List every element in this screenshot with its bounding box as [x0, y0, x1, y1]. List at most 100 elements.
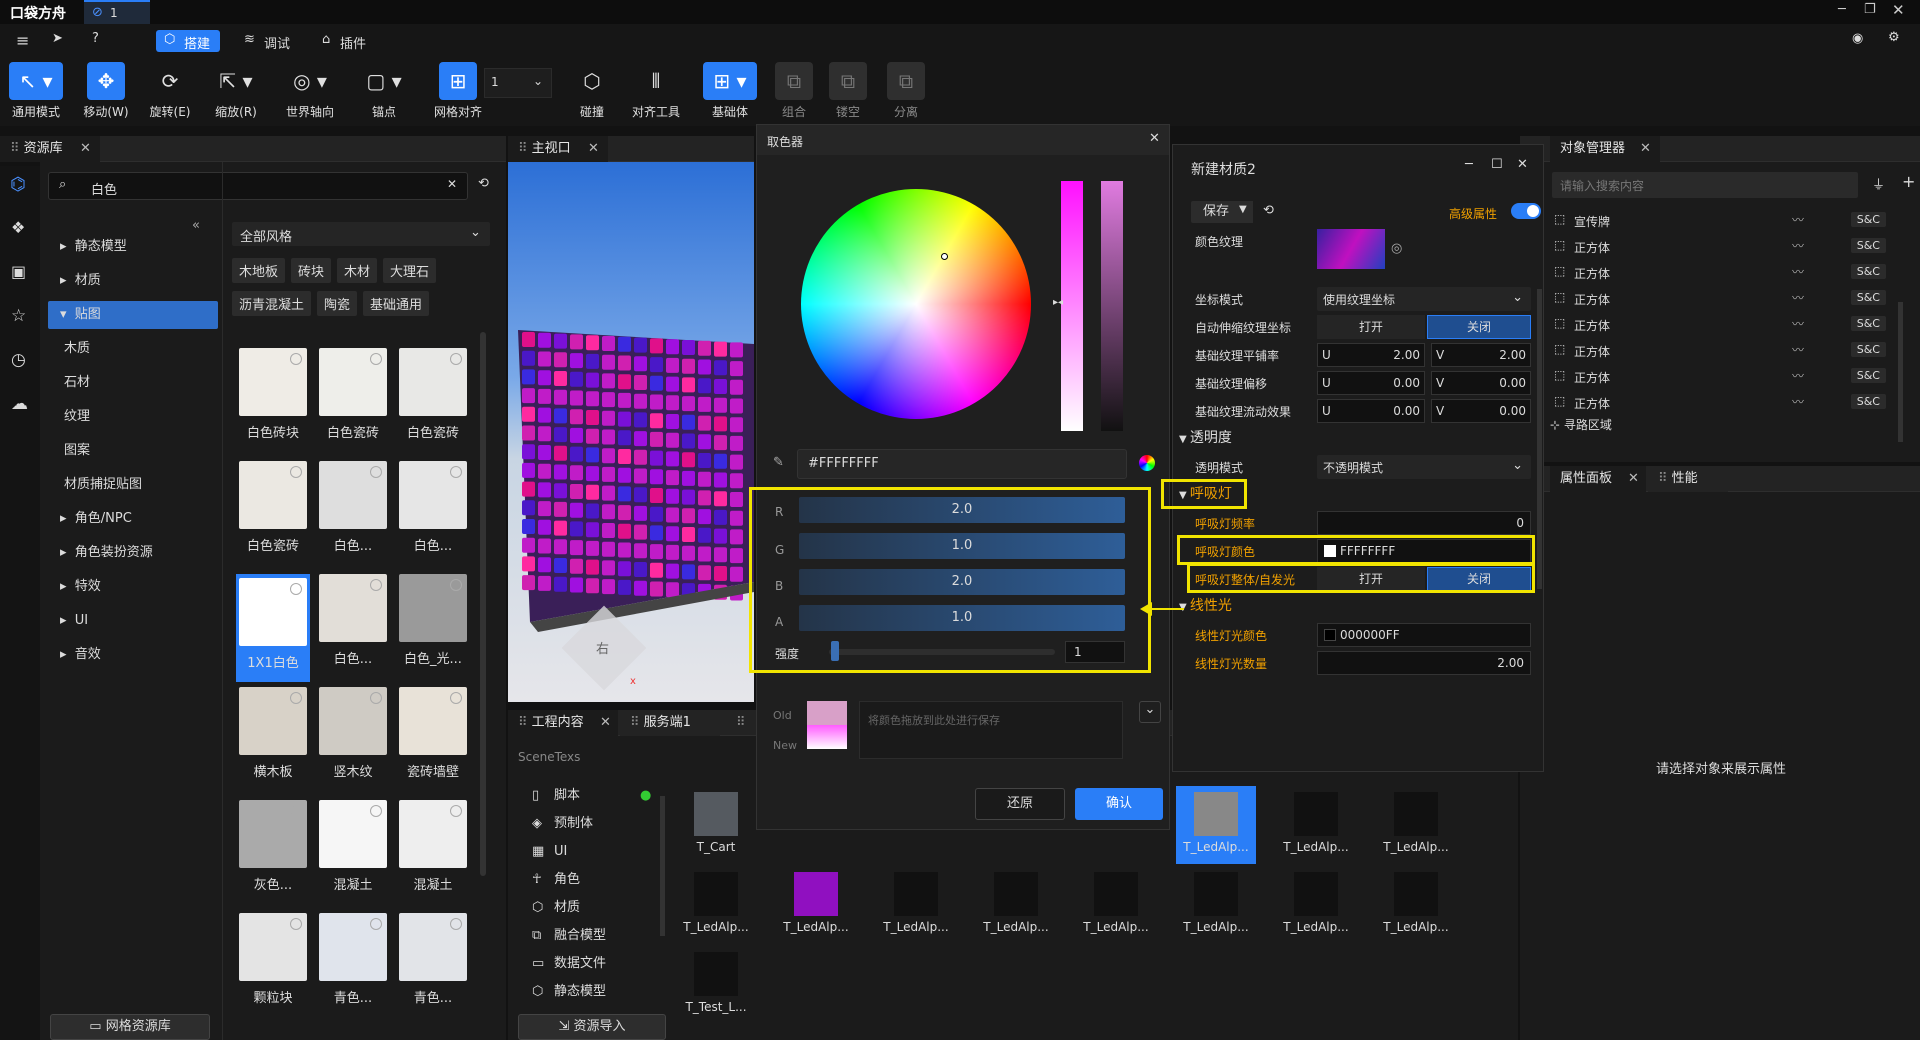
wheel-cursor[interactable] — [941, 253, 948, 260]
r-slider[interactable]: 2.0 — [799, 497, 1125, 523]
tree-scrollbar[interactable] — [660, 796, 665, 936]
project-tree-item[interactable]: ▦ UI — [514, 838, 664, 866]
save-button[interactable]: 保存 — [1191, 201, 1241, 223]
tree-item-effects[interactable]: ▸ 特效 — [48, 570, 218, 604]
b-slider[interactable]: 2.0 — [799, 569, 1125, 595]
intensity-slider[interactable] — [829, 649, 1055, 655]
visibility-icon[interactable]: 〰 — [1792, 211, 1804, 228]
tag-chip[interactable]: 大理石 — [383, 258, 437, 283]
general-mode-tool[interactable]: ↖ ▾ 通用模式 — [4, 62, 68, 120]
document-tab[interactable]: ⊘ 1 — [84, 0, 150, 24]
asset-tile[interactable]: 白色... — [316, 461, 390, 554]
restore-icon[interactable]: ☐ — [1491, 157, 1503, 172]
close-tab-icon[interactable]: ✕ — [1628, 466, 1639, 492]
close-icon[interactable]: ✕ — [1892, 1, 1905, 19]
minimize-icon[interactable]: ─ — [1465, 157, 1473, 172]
intensity-handle[interactable] — [831, 641, 839, 661]
style-select[interactable]: 全部风格 ⌄ — [232, 222, 490, 246]
asset-tile[interactable]: 白色... — [396, 461, 470, 554]
asset-tile[interactable]: 白色瓷砖 — [396, 348, 470, 441]
reset-button[interactable]: 还原 — [975, 788, 1065, 820]
tag-chip[interactable]: 基础通用 — [363, 291, 430, 316]
import-button[interactable]: ⇲ 资源导入 — [518, 1014, 666, 1040]
toolbox-icon[interactable]: ▣ — [11, 262, 26, 281]
save-menu-button[interactable]: ▼ — [1235, 201, 1253, 223]
palette-icon[interactable] — [1139, 455, 1155, 471]
scale-tool[interactable]: ⇱ ▾ 缩放(R) — [204, 62, 268, 120]
tab-server[interactable]: ⠿ 服务端1 — [620, 710, 720, 736]
anchor-tool[interactable]: ▢ ▾ 锚点 — [352, 62, 416, 120]
object-search-input[interactable]: 请输入搜索内容 — [1552, 172, 1858, 198]
file-tile[interactable]: T_Cart — [676, 786, 756, 864]
hollow-tool[interactable]: ⧉ 镂空 — [816, 62, 880, 120]
section-transparency[interactable]: ▼ 透明度 — [1179, 427, 1529, 453]
color-wheel[interactable] — [801, 189, 1031, 419]
world-axis-tool[interactable]: ◎ ▾ 世界轴向 — [278, 62, 342, 120]
tab-property-panel[interactable]: 属性面板 ✕ — [1550, 466, 1646, 492]
project-tree-item[interactable]: ⬡ 材质 — [514, 894, 664, 922]
add-icon[interactable]: + — [1902, 172, 1915, 191]
tab-object-manager[interactable]: 对象管理器 ✕ — [1550, 136, 1660, 162]
visibility-icon[interactable]: 〰 — [1792, 263, 1804, 280]
swatch-drop-zone[interactable]: 将颜色拖放到此处进行保存 — [859, 701, 1123, 759]
u-input[interactable]: U 2.00 — [1317, 343, 1425, 367]
intensity-input[interactable]: 1 — [1065, 641, 1125, 663]
visibility-icon[interactable]: 〰 — [1792, 341, 1804, 358]
asset-tile[interactable]: 白色_光... — [396, 574, 470, 667]
file-tile[interactable]: T_LedAlp... — [676, 866, 756, 944]
object-list-item[interactable]: ⬚ 正方体 〰 S&C — [1550, 260, 1890, 286]
linear-color-input[interactable]: 000000FF — [1317, 623, 1531, 647]
base-shape-tool[interactable]: ⊞ ▾ 基础体 — [698, 62, 762, 120]
tab-main-viewport[interactable]: ⠿ 主视口 ✕ — [508, 136, 608, 162]
undo-icon[interactable]: ⟲ — [1263, 203, 1274, 218]
tag-chip[interactable]: 陶瓷 — [317, 291, 358, 316]
confirm-button[interactable]: 确认 — [1075, 788, 1163, 820]
v-input[interactable]: V 0.00 — [1431, 399, 1531, 423]
asset-tile[interactable]: 混凝土 — [316, 800, 390, 893]
tag-chip[interactable]: 木材 — [337, 258, 378, 283]
close-tab-icon[interactable]: ✕ — [588, 136, 599, 162]
file-tile[interactable]: T_LedAlp... — [1276, 866, 1356, 944]
file-tile[interactable]: T_LedAlp... — [976, 866, 1056, 944]
resource-search-input[interactable]: ⌕ 白色 ✕ — [48, 172, 468, 200]
asset-scrollbar[interactable] — [480, 332, 486, 876]
tree-item-material-capture[interactable]: 材质捕捉贴图 — [48, 468, 218, 502]
visibility-icon[interactable]: 〰 — [1792, 367, 1804, 384]
eye-icon[interactable]: ◉ — [1852, 31, 1863, 46]
saturation-slider[interactable] — [1061, 181, 1083, 431]
close-tab-icon[interactable]: ✕ — [80, 136, 91, 162]
star-icon[interactable]: ☆ — [11, 306, 26, 326]
project-tree-item[interactable]: ▯ 脚本 ● — [514, 782, 664, 810]
components-icon[interactable]: ❖ — [11, 218, 25, 237]
object-list-item[interactable]: ⬚ 正方体 〰 S&C — [1550, 312, 1890, 338]
eyedropper-icon[interactable]: ✎ — [773, 455, 784, 470]
send-icon[interactable]: ➤ — [52, 31, 63, 46]
net-resource-button[interactable]: ▭ 网格资源库 — [50, 1014, 210, 1040]
asset-tile[interactable]: 青色... — [396, 913, 470, 1006]
file-tile[interactable]: T_LedAlp... — [1176, 786, 1256, 864]
mode-build-button[interactable]: ⬡ 搭建 — [156, 30, 220, 52]
visibility-icon[interactable]: 〰 — [1792, 393, 1804, 410]
project-tree-item[interactable]: ⧉ 融合模型 — [514, 922, 664, 950]
asset-tile[interactable]: 瓷砖墙壁 — [396, 687, 470, 780]
menu-icon[interactable]: ≡ — [16, 31, 29, 50]
v-input[interactable]: V 2.00 — [1431, 343, 1531, 367]
tree-item-stone[interactable]: 石材 — [48, 366, 218, 400]
asset-tile[interactable]: 白色瓷砖 — [316, 348, 390, 441]
asset-tile[interactable]: 白色砖块 — [236, 348, 310, 441]
file-tile[interactable]: T_LedAlp... — [1276, 786, 1356, 864]
tree-item-texture[interactable]: ▾ 贴图 — [48, 301, 218, 329]
close-tab-icon[interactable]: ✕ — [1640, 136, 1651, 162]
object-list-item[interactable]: ⬚ 正方体 〰 S&C — [1550, 234, 1890, 260]
advanced-toggle[interactable] — [1511, 203, 1541, 219]
align-tool[interactable]: ⫴ 对齐工具 — [624, 62, 688, 120]
visibility-icon[interactable]: 〰 — [1792, 315, 1804, 332]
on-button[interactable]: 打开 — [1317, 315, 1425, 339]
grid-align-tool[interactable]: ⊞ 网格对齐 — [426, 62, 490, 120]
u-input[interactable]: U 0.00 — [1317, 371, 1425, 395]
tree-item-audio[interactable]: ▸ 音效 — [48, 638, 218, 672]
asset-tile[interactable]: 青色... — [316, 913, 390, 1006]
move-tool[interactable]: ✥ 移动(W) — [74, 62, 138, 120]
mode-plugin-button[interactable]: ⌂ 插件 — [318, 30, 382, 52]
clear-icon[interactable]: ✕ — [447, 177, 457, 191]
